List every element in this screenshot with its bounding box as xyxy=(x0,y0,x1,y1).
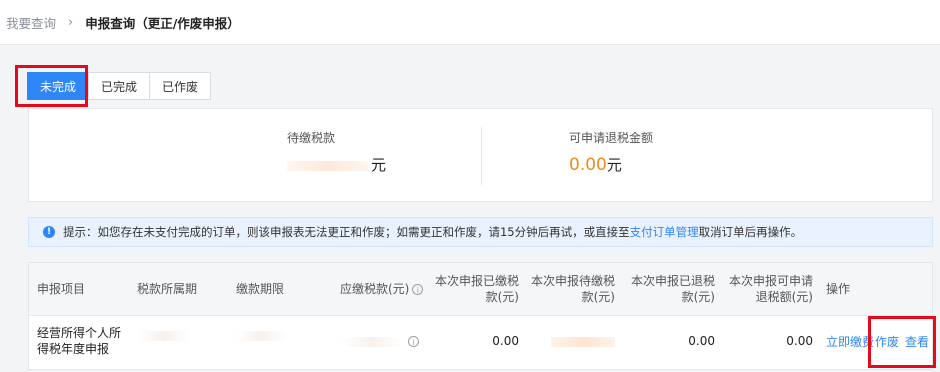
row-refunded: 0.00 xyxy=(688,334,715,348)
row-deadline-redacted xyxy=(236,331,286,341)
header-actions: 操作 xyxy=(826,282,851,296)
question-icon[interactable]: i xyxy=(412,284,424,295)
header-period: 税款所属期 xyxy=(137,282,198,296)
notice-text-before: 提示：如您存在未支付完成的订单，则该申报表无法更正和作废；如需更正和作废，请15… xyxy=(63,225,630,239)
pending-tax-label: 待缴税款 xyxy=(287,131,336,145)
row-item-l2: 得税年度申报 xyxy=(37,342,110,356)
summary-divider xyxy=(481,127,482,185)
header-unpaid-l1: 本次申报待缴税 xyxy=(530,274,615,288)
actions-highlight-box xyxy=(868,316,936,368)
row-unpaid-redacted xyxy=(551,337,615,347)
refund-label: 可申请退税金额 xyxy=(569,131,654,145)
header-refunded-l1: 本次申报已退税 xyxy=(630,274,715,288)
pending-tax-block: 待缴税款 元 xyxy=(287,129,386,175)
row-period-redacted xyxy=(139,331,189,341)
header-paid: 本次申报已缴税 款(元) xyxy=(427,273,519,305)
payment-order-link[interactable]: 支付订单管理 xyxy=(630,224,699,240)
pay-now-link[interactable]: 立即缴费 xyxy=(826,333,874,350)
row-item: 经营所得个人所 得税年度申报 xyxy=(37,325,121,357)
refund-unit: 元 xyxy=(606,156,622,174)
header-deadline: 缴款期限 xyxy=(236,282,285,296)
breadcrumb-current: 申报查询（更正/作废申报） xyxy=(85,15,240,31)
header-refundable-l1: 本次申报可申请 xyxy=(728,274,813,288)
info-icon: ! xyxy=(43,226,55,238)
row-question-icon[interactable]: i xyxy=(408,336,419,347)
header-item: 申报项目 xyxy=(37,282,86,296)
pending-tax-redacted xyxy=(287,160,369,171)
header-refunded: 本次申报已退税 款(元) xyxy=(621,273,715,305)
header-unpaid-l2: 款(元) xyxy=(581,290,615,304)
refund-block: 可申请退税金额 0.00元 xyxy=(569,129,653,175)
tab-voided[interactable]: 已作废 xyxy=(149,72,212,100)
summary-card: 待缴税款 元 可申请退税金额 0.00元 xyxy=(28,108,933,202)
tab-completed[interactable]: 已完成 xyxy=(88,72,151,100)
header-refundable: 本次申报可申请 退税额(元) xyxy=(719,273,813,305)
refund-amount: 0.00 xyxy=(569,155,607,175)
breadcrumb: 我要查询 › 申报查询（更正/作废申报） xyxy=(0,0,940,45)
pending-tax-value: 元 xyxy=(287,154,386,175)
breadcrumb-parent-link[interactable]: 我要查询 xyxy=(6,13,56,32)
row-item-l1: 经营所得个人所 xyxy=(37,326,122,340)
pending-tax-unit: 元 xyxy=(371,156,387,174)
row-refundable: 0.00 xyxy=(786,334,813,348)
header-due-label: 应缴税款(元) xyxy=(340,282,410,296)
notice-bar: ! 提示：如您存在未支付完成的订单，则该申报表无法更正和作废；如需更正和作废，请… xyxy=(28,217,933,247)
row-due-info: i xyxy=(405,333,419,349)
header-refundable-l2: 退税额(元) xyxy=(755,290,813,304)
row-paid: 0.00 xyxy=(492,334,519,348)
page: 我要查询 › 申报查询（更正/作废申报） 未完成 已完成 已作废 待缴税款 元 … xyxy=(0,0,940,372)
row-due-redacted xyxy=(341,337,403,347)
header-unpaid: 本次申报待缴税 款(元) xyxy=(523,273,615,305)
header-refunded-l2: 款(元) xyxy=(681,290,715,304)
header-paid-l1: 本次申报已缴税 xyxy=(434,274,519,288)
notice-text-after: 取消订单后再操作。 xyxy=(698,225,803,239)
refund-value: 0.00元 xyxy=(569,154,653,175)
tab-highlight-box xyxy=(15,65,88,107)
table-header: 申报项目 税款所属期 缴款期限 应缴税款(元) i 本次申报已缴税 款(元) 本次… xyxy=(29,263,932,316)
declaration-table: 申报项目 税款所属期 缴款期限 应缴税款(元) i 本次申报已缴税 款(元) 本次… xyxy=(28,262,933,370)
breadcrumb-separator-icon: › xyxy=(68,14,74,30)
header-paid-l2: 款(元) xyxy=(485,290,519,304)
header-due: 应缴税款(元) i xyxy=(340,281,424,297)
